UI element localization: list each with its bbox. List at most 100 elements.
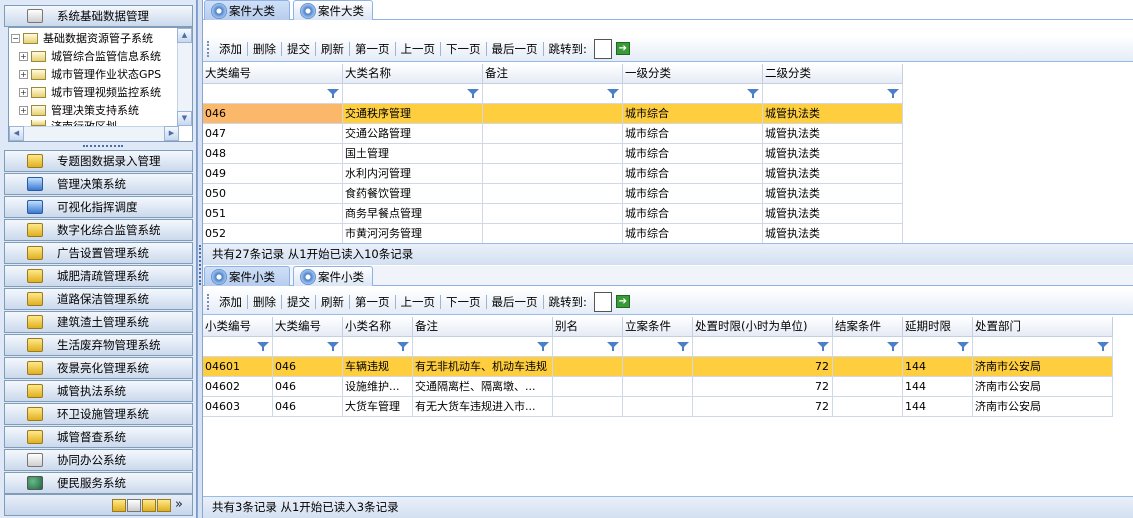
- filter-funnel-icon[interactable]: [1097, 342, 1109, 351]
- filter-funnel-icon[interactable]: [887, 89, 899, 98]
- delete-button[interactable]: 删除: [248, 41, 281, 57]
- filter-cell[interactable]: [623, 84, 763, 104]
- toolbar-grip[interactable]: [207, 293, 210, 310]
- tree-item[interactable]: + 城管综合监管信息系统: [19, 47, 161, 65]
- filter-cell[interactable]: [693, 337, 833, 357]
- filter-funnel-icon[interactable]: [677, 342, 689, 351]
- filter-cell[interactable]: [833, 337, 903, 357]
- tree-root[interactable]: − 基础数据资源管子系统: [11, 29, 153, 47]
- add-button[interactable]: 添加: [214, 294, 247, 310]
- splitter-grip[interactable]: [199, 245, 201, 285]
- submit-button[interactable]: 提交: [282, 294, 315, 310]
- filter-funnel-icon[interactable]: [257, 342, 269, 351]
- filter-cell[interactable]: [413, 337, 553, 357]
- panel-resize-handle[interactable]: [83, 145, 123, 148]
- filter-cell[interactable]: [763, 84, 903, 104]
- nav-item[interactable]: 夜景亮化管理系统: [4, 357, 193, 379]
- refresh-button[interactable]: 刷新: [316, 294, 349, 310]
- first-page-button[interactable]: 第一页: [350, 294, 395, 310]
- column-header[interactable]: 大类编号: [273, 317, 343, 337]
- column-header[interactable]: 备注: [483, 64, 623, 84]
- next-page-button[interactable]: 下一页: [441, 41, 486, 57]
- nav-item[interactable]: 生活废弃物管理系统: [4, 334, 193, 356]
- nav-item[interactable]: 城肥清疏管理系统: [4, 265, 193, 287]
- nav-item[interactable]: 可视化指挥调度: [4, 196, 193, 218]
- scroll-down-icon[interactable]: ▼: [177, 111, 192, 126]
- filter-cell[interactable]: [973, 337, 1113, 357]
- table-row[interactable]: 049 水利内河管理 城市综合 城管执法类: [203, 164, 903, 184]
- nav-item[interactable]: 管理决策系统: [4, 173, 193, 195]
- tree-item[interactable]: + 城市管理作业状态GPS: [19, 65, 161, 83]
- nav-item[interactable]: 环卫设施管理系统: [4, 403, 193, 425]
- scroll-right-icon[interactable]: ▶: [164, 126, 179, 141]
- tab-case-category-2[interactable]: 案件大类: [293, 0, 373, 20]
- nav-item[interactable]: 便民服务系统: [4, 472, 193, 494]
- filter-funnel-icon[interactable]: [957, 342, 969, 351]
- filter-cell[interactable]: [343, 84, 483, 104]
- table-row[interactable]: 051 商务早餐点管理 城市综合 城管执法类: [203, 204, 903, 224]
- expand-icon[interactable]: +: [19, 105, 28, 115]
- nav-item[interactable]: 城管执法系统: [4, 380, 193, 402]
- table-row[interactable]: 04603 046 大货车管理 有无大货车违规进入市... 72 144 济南市公安局: [203, 397, 1113, 417]
- folder-mini-icon[interactable]: [142, 499, 156, 512]
- nav-item[interactable]: 道路保洁管理系统: [4, 288, 193, 310]
- column-header[interactable]: 处置部门: [973, 317, 1113, 337]
- nav-item[interactable]: 城管督查系统: [4, 426, 193, 448]
- nav-system-basic-data[interactable]: 系统基础数据管理: [4, 5, 193, 27]
- add-button[interactable]: 添加: [214, 41, 247, 57]
- refresh-button[interactable]: 刷新: [316, 41, 349, 57]
- tab-case-category-1[interactable]: 案件大类: [204, 0, 290, 20]
- next-page-button[interactable]: 下一页: [441, 294, 486, 310]
- nav-item[interactable]: 数字化综合监管系统: [4, 219, 193, 241]
- column-header[interactable]: 小类编号: [203, 317, 273, 337]
- column-header[interactable]: 立案条件: [623, 317, 693, 337]
- table-row[interactable]: 04601 046 车辆违规 有无非机动车、机动车违规 72 144 济南市公安局: [203, 357, 1113, 377]
- column-header[interactable]: 处置时限(小时为单位): [693, 317, 833, 337]
- filter-cell[interactable]: [553, 337, 623, 357]
- filter-funnel-icon[interactable]: [887, 342, 899, 351]
- filter-funnel-icon[interactable]: [747, 89, 759, 98]
- column-header[interactable]: 小类名称: [343, 317, 413, 337]
- filter-funnel-icon[interactable]: [607, 342, 619, 351]
- filter-funnel-icon[interactable]: [467, 89, 479, 98]
- more-chevron-icon[interactable]: »: [175, 497, 183, 512]
- last-page-button[interactable]: 最后一页: [487, 41, 543, 57]
- filter-cell[interactable]: [623, 337, 693, 357]
- table-row[interactable]: 050 食药餐饮管理 城市综合 城管执法类: [203, 184, 903, 204]
- filter-cell[interactable]: [343, 337, 413, 357]
- filter-cell[interactable]: [483, 84, 623, 104]
- column-header[interactable]: 一级分类: [623, 64, 763, 84]
- nav-item[interactable]: 建筑渣土管理系统: [4, 311, 193, 333]
- toolbar-grip[interactable]: [207, 40, 210, 57]
- tree-horizontal-scrollbar[interactable]: ◀ ▶: [9, 126, 179, 141]
- column-header[interactable]: 别名: [553, 317, 623, 337]
- prev-page-button[interactable]: 上一页: [396, 294, 441, 310]
- tree-vertical-scrollbar[interactable]: ▲ ▼: [177, 28, 192, 126]
- nav-item[interactable]: 专题图数据录入管理: [4, 150, 193, 172]
- scroll-left-icon[interactable]: ◀: [9, 126, 24, 141]
- delete-button[interactable]: 删除: [248, 294, 281, 310]
- page-jump-input[interactable]: [593, 38, 612, 59]
- table-row[interactable]: 047 交通公路管理 城市综合 城管执法类: [203, 124, 903, 144]
- folder-mini-icon[interactable]: [112, 499, 126, 512]
- go-arrow-icon[interactable]: ➔: [615, 42, 630, 55]
- tab-case-subcategory-1[interactable]: 案件小类: [204, 266, 290, 286]
- column-header[interactable]: 大类编号: [203, 64, 343, 84]
- tree-item[interactable]: + 城市管理视频监控系统: [19, 83, 161, 101]
- table-row[interactable]: 052 市黄河河务管理 城市综合 城管执法类: [203, 224, 903, 244]
- prev-page-button[interactable]: 上一页: [396, 41, 441, 57]
- expand-icon[interactable]: +: [19, 87, 28, 97]
- first-page-button[interactable]: 第一页: [350, 41, 395, 57]
- table-row[interactable]: 048 国土管理 城市综合 城管执法类: [203, 144, 903, 164]
- filter-cell[interactable]: [203, 337, 273, 357]
- filter-funnel-icon[interactable]: [327, 342, 339, 351]
- subsystem-tree[interactable]: − 基础数据资源管子系统 + 城管综合监管信息系统 + 城市管理作业状态GPS …: [8, 27, 193, 142]
- eye-mini-icon[interactable]: [127, 499, 141, 512]
- expand-icon[interactable]: +: [19, 51, 28, 61]
- filter-funnel-icon[interactable]: [817, 342, 829, 351]
- tab-case-subcategory-2[interactable]: 案件小类: [293, 266, 373, 286]
- column-header[interactable]: 结案条件: [833, 317, 903, 337]
- expand-icon[interactable]: +: [19, 69, 28, 79]
- collapse-icon[interactable]: −: [11, 33, 20, 43]
- nav-item[interactable]: 协同办公系统: [4, 449, 193, 471]
